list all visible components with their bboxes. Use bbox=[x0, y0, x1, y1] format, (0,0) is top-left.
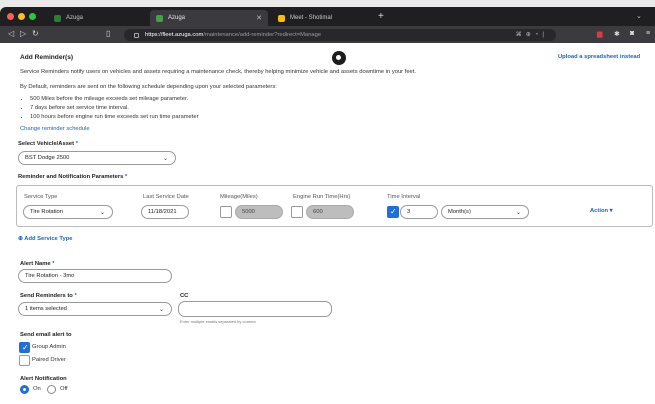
alert-name-label: Alert Name * bbox=[20, 261, 55, 267]
cc-hint: Enter multiple emails separated by comma bbox=[180, 319, 256, 324]
service-type-select[interactable]: Tire Rotation ⌄ bbox=[23, 205, 113, 219]
add-service-type-button[interactable]: ⊕ Add Service Type bbox=[18, 236, 72, 242]
params-label: Reminder and Notification Parameters * bbox=[18, 174, 128, 180]
tab-azuga-1[interactable]: Azuga bbox=[48, 10, 146, 26]
last-service-date-input[interactable]: 11/18/2021 bbox=[141, 205, 189, 219]
upload-spreadsheet-link[interactable]: Upload a spreadsheet instead bbox=[558, 54, 640, 60]
new-tab-icon[interactable]: + bbox=[378, 11, 384, 22]
chevron-down-icon: ⌄ bbox=[515, 210, 521, 216]
mileage-input[interactable]: 5000 bbox=[235, 205, 283, 219]
col-engine-run-time: Engine Run Time(Hrs) bbox=[293, 194, 351, 200]
plus-circle-icon: ⊕ bbox=[18, 236, 23, 242]
default-schedule-text: By Default, reminders are sent on the fo… bbox=[20, 84, 277, 90]
engine-run-time-checkbox[interactable] bbox=[291, 206, 303, 218]
service-type-value: Tire Rotation bbox=[30, 209, 63, 215]
required-mark: * bbox=[52, 261, 55, 267]
schedule-list: 500 Miles before the mileage exceeds set… bbox=[30, 95, 199, 122]
time-interval-input[interactable]: 3 bbox=[400, 205, 438, 219]
close-window-button[interactable] bbox=[7, 13, 14, 20]
col-time-interval: Time Interval bbox=[387, 194, 421, 200]
list-item: 100 hours before engine run time exceeds… bbox=[30, 113, 199, 122]
azuga-favicon-icon bbox=[54, 14, 61, 22]
chevron-down-icon: ⌄ bbox=[99, 210, 105, 216]
alert-notification-label: Alert Notification bbox=[20, 376, 67, 382]
engine-run-time-input[interactable]: 600 bbox=[306, 205, 354, 219]
group-admin-label: Group Admin bbox=[32, 344, 66, 350]
change-schedule-link[interactable]: Change reminder schedule bbox=[20, 126, 90, 132]
send-reminders-select[interactable]: 1 items selected ⌄ bbox=[18, 302, 172, 316]
group-admin-checkbox[interactable] bbox=[19, 342, 30, 353]
sidebar-icon[interactable]: ▯ bbox=[106, 29, 110, 38]
vehicle-select[interactable]: BST Dodge 2500 ⌄ bbox=[18, 151, 176, 165]
mileage-checkbox[interactable] bbox=[220, 206, 232, 218]
tab-azuga-2[interactable]: Azuga ✕ bbox=[150, 10, 268, 26]
tab-bar: Azuga Azuga ✕ Meet - Shotimal + ⌄ bbox=[0, 7, 655, 26]
email-alert-label: Send email alert to bbox=[20, 332, 72, 338]
on-label: On bbox=[33, 386, 41, 392]
list-item: 500 Miles before the mileage exceeds set… bbox=[30, 95, 199, 104]
omnibox-actions-icon[interactable]: ⌘⊕◔| bbox=[516, 31, 548, 38]
col-last-service-date: Last Service Date bbox=[143, 194, 189, 200]
azuga-logo-icon bbox=[332, 51, 346, 65]
maximize-window-button[interactable] bbox=[29, 13, 36, 20]
paired-driver-checkbox[interactable] bbox=[19, 355, 30, 366]
paired-driver-label: Paired Driver bbox=[32, 357, 66, 363]
menu-icon[interactable]: ≡ bbox=[646, 30, 650, 37]
time-interval-unit-select[interactable]: Month(s) ⌄ bbox=[441, 205, 529, 219]
off-label: Off bbox=[60, 386, 68, 392]
back-icon[interactable]: ◁ bbox=[8, 29, 14, 38]
chevron-down-icon: ⌄ bbox=[158, 307, 164, 313]
service-row-panel: Service Type Last Service Date Mileage(M… bbox=[16, 185, 653, 227]
url-input[interactable]: https://fleet.azuga.com /maintenance/add… bbox=[124, 29, 556, 41]
meet-favicon-icon bbox=[278, 14, 285, 22]
notification-off-radio[interactable] bbox=[47, 385, 56, 394]
chevron-down-icon[interactable]: ⌄ bbox=[636, 12, 642, 20]
tab-label: Azuga bbox=[168, 15, 186, 21]
lock-icon bbox=[134, 32, 139, 38]
azuga-favicon-icon bbox=[156, 14, 163, 22]
forward-icon[interactable]: ▷ bbox=[20, 29, 26, 38]
cc-input[interactable] bbox=[178, 301, 332, 317]
required-mark: * bbox=[75, 141, 78, 147]
window-controls bbox=[7, 13, 36, 20]
page-title: Add Reminder(s) bbox=[20, 54, 74, 61]
tab-meet[interactable]: Meet - Shotimal bbox=[272, 10, 372, 26]
reload-icon[interactable]: ↻ bbox=[32, 29, 39, 38]
page-content: Add Reminder(s) Upload a spreadsheet ins… bbox=[0, 43, 655, 404]
profile-icon[interactable]: ◙ bbox=[630, 30, 634, 37]
action-menu-button[interactable]: Action ▾ bbox=[590, 208, 613, 214]
close-tab-icon[interactable]: ✕ bbox=[256, 14, 262, 22]
tab-label: Azuga bbox=[66, 15, 84, 21]
url-host: https://fleet.azuga.com bbox=[145, 32, 204, 38]
alert-name-input[interactable]: Tire Rotation - 3mo bbox=[18, 269, 172, 283]
minimize-window-button[interactable] bbox=[18, 13, 25, 20]
chevron-down-icon: ⌄ bbox=[162, 156, 168, 162]
col-mileage: Mileage(Miles) bbox=[220, 194, 258, 200]
col-service-type: Service Type bbox=[24, 194, 58, 200]
url-path: /maintenance/add-reminder?redirect=Manag… bbox=[203, 32, 322, 38]
browser-window: Azuga Azuga ✕ Meet - Shotimal + ⌄ ◁ ▷ ↻ … bbox=[0, 0, 655, 404]
cc-label: CC bbox=[180, 293, 189, 299]
address-bar: ◁ ▷ ↻ ▯ https://fleet.azuga.com /mainten… bbox=[0, 26, 655, 43]
vehicle-label: Select Vehicle/Asset * bbox=[18, 141, 78, 147]
send-reminders-label: Send Reminders to * bbox=[20, 293, 77, 299]
required-mark: * bbox=[124, 174, 128, 180]
tab-label: Meet - Shotimal bbox=[290, 15, 333, 21]
notification-on-radio[interactable] bbox=[20, 385, 29, 394]
required-mark: * bbox=[74, 293, 77, 299]
vehicle-value: BST Dodge 2500 bbox=[25, 155, 70, 161]
time-interval-checkbox[interactable] bbox=[387, 206, 399, 218]
list-item: 7 days before set service time interval. bbox=[30, 104, 199, 113]
intro-text: Service Reminders notify users on vehicl… bbox=[20, 69, 416, 75]
extension-icon[interactable]: ▆ bbox=[597, 30, 602, 38]
puzzle-icon[interactable]: ✱ bbox=[614, 30, 620, 38]
